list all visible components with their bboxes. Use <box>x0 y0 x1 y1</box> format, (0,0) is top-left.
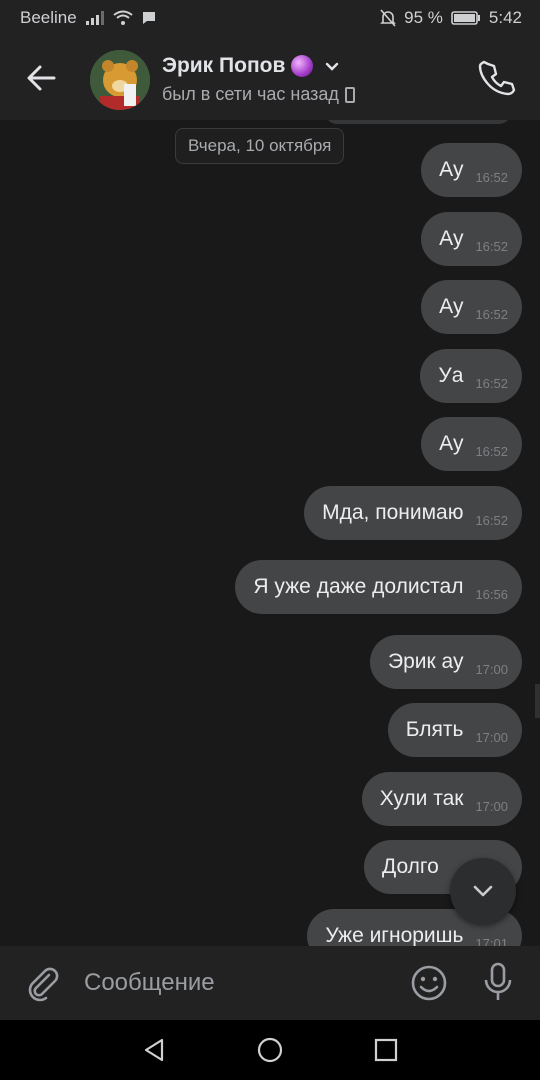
message-text: Ау <box>439 432 464 455</box>
avatar-image <box>90 50 150 110</box>
chat-title[interactable]: Эрик Попов был в сети час назад <box>162 54 355 105</box>
message-bubble[interactable]: Блять 17:00 <box>387 703 522 757</box>
message-bubble[interactable]: Ау 16:52 <box>421 212 522 266</box>
message-text: Ау <box>439 227 464 250</box>
mobile-device-icon <box>344 86 355 103</box>
message-time: 17:00 <box>475 729 508 745</box>
message-text: Уа <box>438 364 464 387</box>
message-text: Ау <box>439 295 464 318</box>
message-composer: Сообщение <box>0 946 540 1020</box>
contact-name: Эрик Попов <box>162 54 286 77</box>
cut-off-message-bubble <box>325 120 511 124</box>
mute-bell-icon <box>380 9 397 27</box>
microphone-icon <box>484 962 512 1000</box>
message-time: 16:56 <box>475 586 508 602</box>
crystal-ball-icon <box>291 55 314 77</box>
scroll-to-bottom-button[interactable] <box>450 858 516 924</box>
emoji-button[interactable] <box>408 962 450 1004</box>
message-time: 16:52 <box>475 238 508 254</box>
date-separator: Вчера, 10 октября <box>175 128 345 164</box>
signal-icon <box>85 11 104 25</box>
message-time: 16:52 <box>475 443 508 459</box>
message-time: 17:00 <box>475 661 508 677</box>
message-text: Ау <box>439 158 464 181</box>
battery-percent: 95 % <box>404 8 443 27</box>
wifi-icon <box>113 10 133 25</box>
arrow-left-icon <box>27 65 56 91</box>
message-time: 16:52 <box>475 306 508 322</box>
message-time: 16:52 <box>475 512 508 528</box>
chat-header: Эрик Попов был в сети час назад <box>0 36 540 120</box>
back-button[interactable] <box>22 58 62 98</box>
message-bubble[interactable]: Ау 16:52 <box>421 143 522 197</box>
scrollbar[interactable] <box>535 684 540 718</box>
message-bubble[interactable]: Хули так 17:00 <box>361 772 522 826</box>
message-input[interactable]: Сообщение <box>84 964 384 1002</box>
smiley-icon <box>411 965 447 1001</box>
system-navigation-bar <box>0 1020 540 1080</box>
avatar[interactable] <box>90 50 150 110</box>
paperclip-icon <box>28 967 59 1002</box>
message-text: Я уже даже долистал <box>253 575 464 598</box>
nav-home-icon[interactable] <box>256 1036 284 1064</box>
chevron-down-icon[interactable] <box>323 57 341 75</box>
chevron-down-icon <box>473 885 493 897</box>
message-bubble[interactable]: Уа 16:52 <box>420 349 522 403</box>
message-bubble[interactable]: Эрик ау 17:00 <box>369 635 522 689</box>
status-bar: Beeline 95 % 5:42 <box>0 0 540 36</box>
message-bubble[interactable]: Ау 16:52 <box>421 417 522 471</box>
voice-message-button[interactable] <box>478 960 518 1004</box>
message-time: 16:52 <box>475 375 508 391</box>
message-bubble[interactable]: Ау 16:52 <box>421 280 522 334</box>
attach-button[interactable] <box>22 962 62 1002</box>
message-text: Уже игноришь <box>325 924 464 946</box>
last-seen-status: был в сети час назад <box>162 84 339 104</box>
clock: 5:42 <box>488 8 522 27</box>
message-text: Блять <box>405 718 464 741</box>
message-list[interactable]: Вчера, 10 октября Ау 16:52 Ау 16:52 Ау 1… <box>0 120 540 946</box>
message-time: 17:01 <box>475 935 508 947</box>
carrier-label: Beeline <box>20 8 77 27</box>
message-time: 16:52 <box>475 169 508 185</box>
nav-recents-icon[interactable] <box>372 1036 400 1064</box>
phone-icon <box>478 60 516 96</box>
battery-icon <box>451 11 480 25</box>
message-time: 17:00 <box>475 798 508 814</box>
message-bubble[interactable]: Мда, понимаю 16:52 <box>304 486 522 540</box>
message-text: Эрик ау <box>387 650 464 673</box>
call-button[interactable] <box>478 58 518 98</box>
chat-notification-icon <box>142 12 155 24</box>
message-bubble[interactable]: Я уже даже долистал 16:56 <box>235 560 522 614</box>
message-text: Хули так <box>379 787 464 810</box>
message-text: Мда, понимаю <box>322 501 464 524</box>
nav-back-icon[interactable] <box>140 1036 168 1064</box>
message-text: Долго <box>382 855 439 878</box>
